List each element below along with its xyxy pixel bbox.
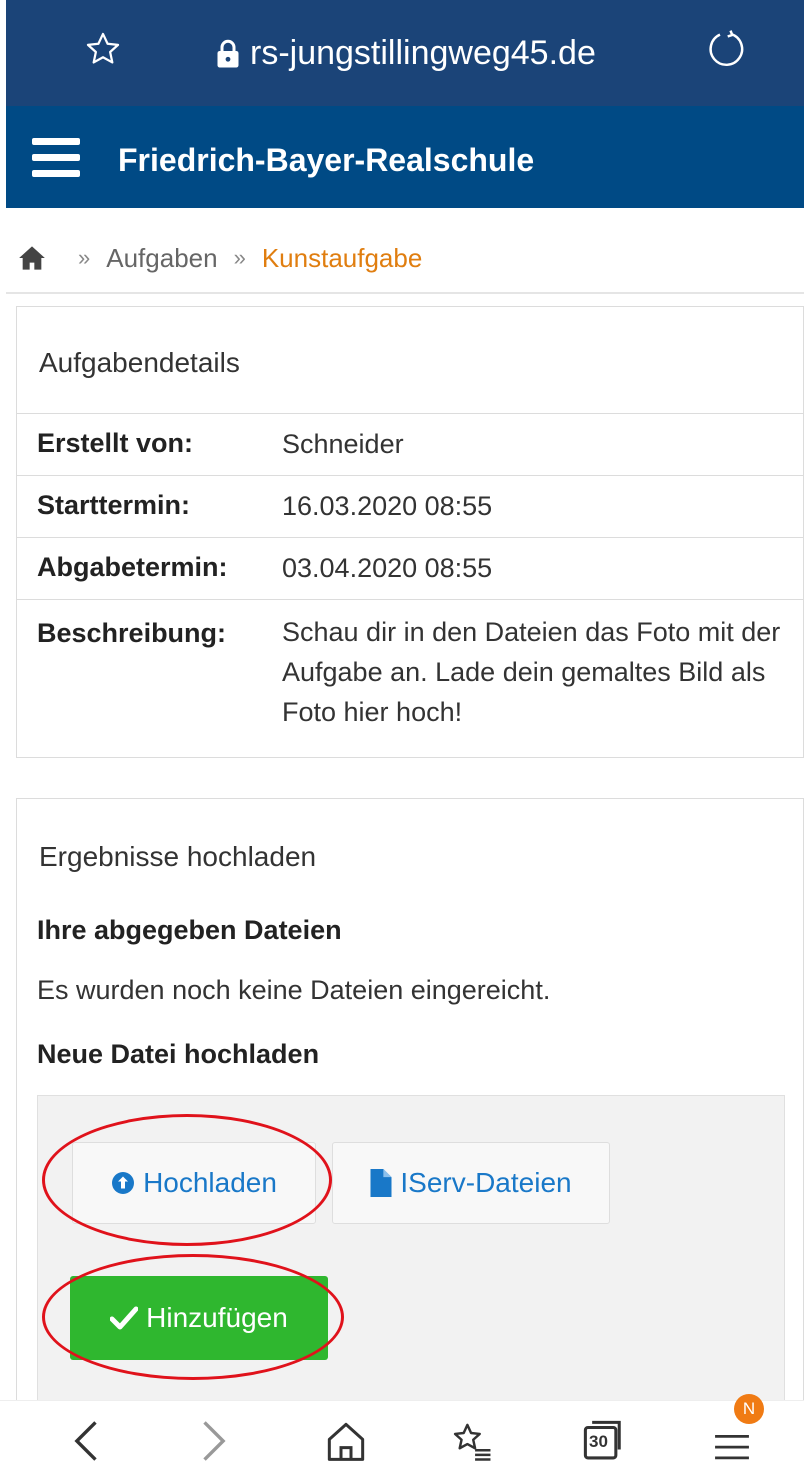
submitted-files-note: Es wurden noch keine Dateien eingereicht… bbox=[37, 975, 551, 1005]
browser-bottom-bar: 30 bbox=[0, 1400, 804, 1472]
browser-url-bar: rs-jungstillingweg45.de bbox=[6, 0, 804, 106]
detail-value: Schneider bbox=[282, 429, 404, 459]
panel-heading: Aufgabendetails bbox=[39, 347, 240, 378]
detail-row: Beschreibung: Schau dir in den Dateien d… bbox=[17, 599, 803, 759]
detail-value: 03.04.2020 08:55 bbox=[282, 553, 493, 583]
task-details-panel: Aufgabendetails Erstellt von: Schneider … bbox=[16, 306, 804, 758]
annotation-circle-add bbox=[42, 1254, 344, 1380]
breadcrumb-separator: » bbox=[233, 245, 246, 270]
notification-badge: N bbox=[734, 1394, 764, 1424]
detail-label: Abgabetermin: bbox=[37, 552, 228, 582]
detail-value: 16.03.2020 08:55 bbox=[282, 491, 493, 521]
site-title: Friedrich-Bayer-Realschule bbox=[118, 142, 535, 178]
detail-row: Abgabetermin: 03.04.2020 08:55 bbox=[17, 537, 803, 599]
submitted-files-title: Ihre abgegeben Dateien bbox=[37, 915, 342, 945]
breadcrumb-item-current: Kunstaufgabe bbox=[261, 242, 423, 273]
forward-icon[interactable] bbox=[196, 1419, 230, 1463]
file-icon bbox=[370, 1169, 392, 1197]
detail-row: Starttermin: 16.03.2020 08:55 bbox=[17, 475, 803, 537]
tabs-count: 30 bbox=[589, 1432, 608, 1451]
reload-icon[interactable] bbox=[706, 28, 748, 70]
home-icon[interactable] bbox=[18, 245, 46, 271]
tabs-icon[interactable]: 30 bbox=[582, 1419, 626, 1463]
app-header: Friedrich-Bayer-Realschule bbox=[6, 106, 804, 208]
back-icon[interactable] bbox=[70, 1419, 104, 1463]
breadcrumb-divider bbox=[6, 292, 804, 294]
panel-heading: Ergebnisse hochladen bbox=[39, 841, 317, 872]
detail-label: Starttermin: bbox=[37, 490, 191, 520]
bookmark-star-icon[interactable] bbox=[84, 30, 122, 68]
home-nav-icon[interactable] bbox=[326, 1419, 366, 1463]
new-file-title: Neue Datei hochladen bbox=[37, 1039, 320, 1069]
detail-row: Erstellt von: Schneider bbox=[17, 413, 803, 475]
lock-icon bbox=[217, 39, 239, 67]
detail-label: Erstellt von: bbox=[37, 428, 194, 458]
detail-value: Schau dir in den Dateien das Foto mit de… bbox=[282, 617, 781, 727]
url-text: rs-jungstillingweg45.de bbox=[250, 34, 596, 72]
iserv-files-button[interactable]: IServ-Dateien bbox=[332, 1142, 610, 1224]
url-field[interactable]: rs-jungstillingweg45.de bbox=[216, 34, 596, 73]
menu-icon[interactable] bbox=[712, 1419, 752, 1463]
breadcrumb: » Aufgaben » Kunstaufgabe bbox=[18, 238, 422, 278]
detail-label: Beschreibung: bbox=[37, 618, 227, 648]
breadcrumb-item-aufgaben[interactable]: Aufgaben bbox=[106, 243, 217, 274]
hamburger-menu-icon[interactable] bbox=[32, 138, 80, 178]
annotation-circle-upload bbox=[42, 1114, 332, 1246]
breadcrumb-separator: » bbox=[78, 245, 91, 270]
bookmarks-icon[interactable] bbox=[452, 1419, 492, 1463]
iserv-files-button-label: IServ-Dateien bbox=[400, 1167, 572, 1198]
